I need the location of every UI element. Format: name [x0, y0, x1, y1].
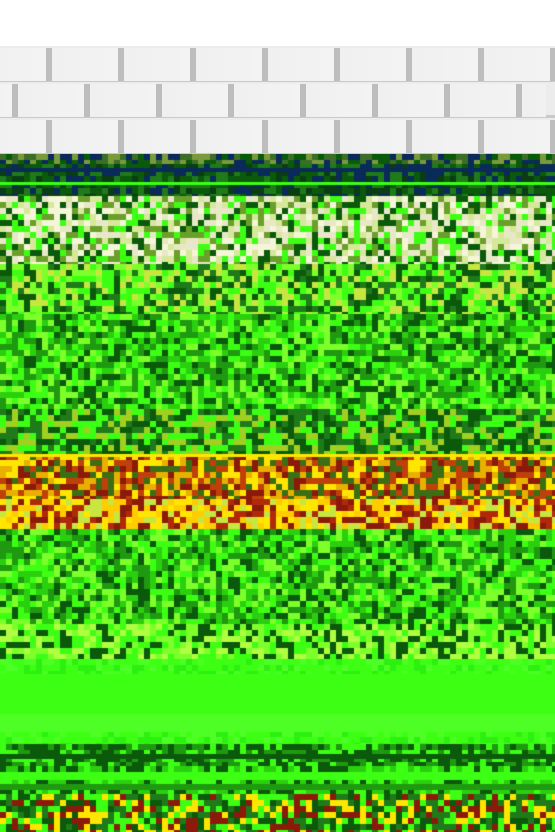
brick-row: [0, 120, 555, 153]
photo-frame: [0, 0, 555, 832]
brick-row: [0, 84, 546, 117]
tulip-field-image: [0, 154, 555, 832]
brick-row: [0, 48, 555, 81]
top-margin: [0, 0, 555, 46]
brick-wall: [0, 46, 555, 154]
